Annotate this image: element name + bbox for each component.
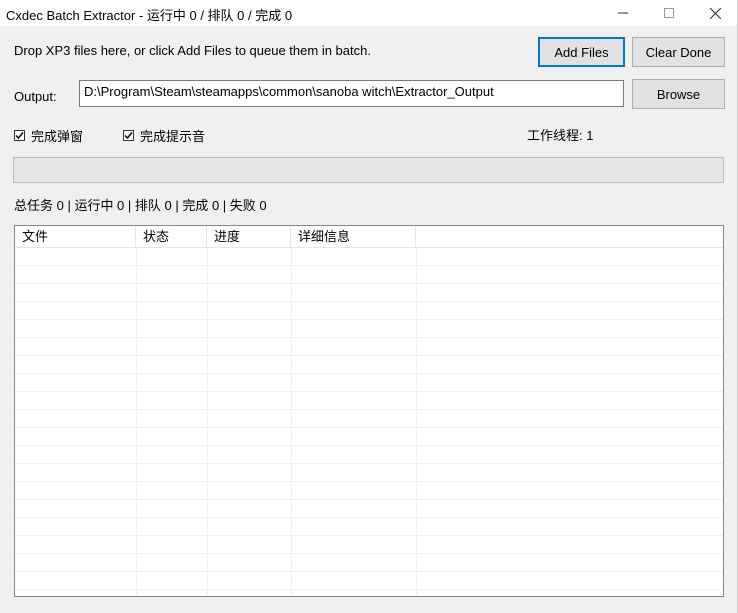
task-summary-text: 总任务 0 | 运行中 0 | 排队 0 | 完成 0 | 失败 0 <box>14 198 267 213</box>
output-label: Output: <box>14 89 57 104</box>
main-window: Cxdec Batch Extractor - 运行中 0 / 排队 0 / 完… <box>0 0 738 613</box>
add-files-button[interactable]: Add Files <box>538 37 625 67</box>
minimize-button[interactable] <box>600 0 646 26</box>
checkbox-box[interactable] <box>123 130 134 141</box>
maximize-icon <box>664 8 674 18</box>
minimize-icon <box>618 12 628 14</box>
completion-sound-label: 完成提示音 <box>140 129 206 144</box>
window-title: Cxdec Batch Extractor - 运行中 0 / 排队 0 / 完… <box>6 8 293 23</box>
checkmark-icon <box>15 132 24 140</box>
column-divider <box>136 248 137 596</box>
drop-hint-text: Drop XP3 files here, or click Add Files … <box>14 43 371 58</box>
close-button[interactable] <box>692 0 738 26</box>
completion-sound-checkbox[interactable]: 完成提示音 <box>123 126 205 145</box>
column-divider <box>207 248 208 596</box>
overall-progress-bar <box>13 157 724 183</box>
browse-button[interactable]: Browse <box>632 79 725 109</box>
close-icon <box>709 7 721 19</box>
maximize-button[interactable] <box>646 0 692 26</box>
output-path-input[interactable]: D:\Program\Steam\steamapps\common\sanoba… <box>79 80 624 107</box>
column-divider <box>291 248 292 596</box>
clear-done-button[interactable]: Clear Done <box>632 37 725 67</box>
checkbox-box[interactable] <box>14 130 25 141</box>
column-header-details[interactable]: 详细信息 <box>291 226 416 247</box>
completion-popup-label: 完成弹窗 <box>31 129 84 144</box>
column-header-status[interactable]: 状态 <box>136 226 207 247</box>
title-bar[interactable]: Cxdec Batch Extractor - 运行中 0 / 排队 0 / 完… <box>0 0 737 26</box>
task-list-header: 文件 状态 进度 详细信息 <box>15 226 723 248</box>
column-header-progress[interactable]: 进度 <box>207 226 291 247</box>
column-divider <box>416 248 417 596</box>
completion-popup-checkbox[interactable]: 完成弹窗 <box>14 126 83 145</box>
checkmark-icon <box>124 132 133 140</box>
worker-threads-text: 工作线程: 1 <box>527 128 594 143</box>
task-list[interactable]: 文件 状态 进度 详细信息 <box>14 225 724 597</box>
task-list-body[interactable] <box>15 248 723 596</box>
column-header-file[interactable]: 文件 <box>15 226 136 247</box>
